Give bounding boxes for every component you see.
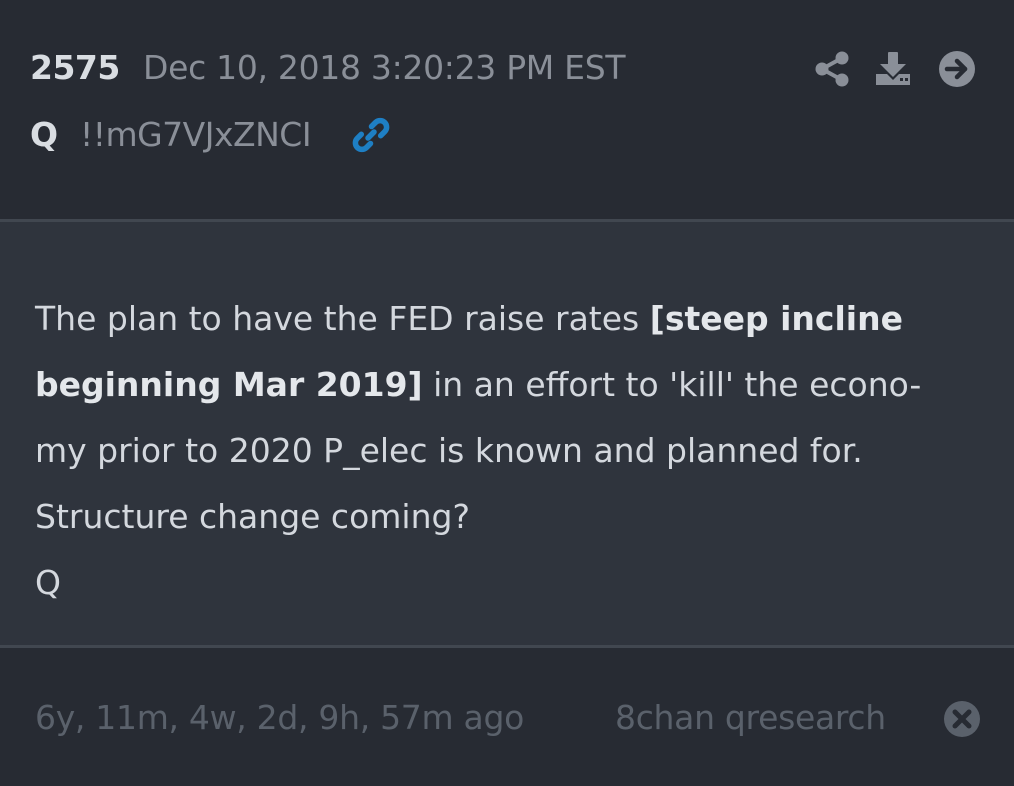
close-circle-icon[interactable] [943, 700, 981, 738]
post-message: The plan to have the FED raise rates [st… [35, 286, 995, 616]
message-line: my prior to 2020 P_elec is known and pla… [35, 431, 863, 470]
link-icon[interactable] [350, 114, 392, 156]
post-date: Dec 10, 2018 3:20:23 PM EST [143, 48, 626, 87]
tripcode: !!mG7VJxZNCI [80, 115, 312, 154]
source-label: 8chan qresearch [615, 698, 886, 737]
message-signature: Q [35, 563, 61, 602]
author-name: Q [30, 115, 59, 154]
message-line: The plan to have the FED raise rates [st… [35, 299, 903, 338]
arrow-right-circle-icon[interactable] [938, 50, 976, 88]
message-line: beginning Mar 2019] in an effort to 'kil… [35, 365, 922, 404]
share-icon[interactable] [813, 50, 851, 88]
post-number: 2575 [30, 48, 120, 87]
time-ago: 6y, 11m, 4w, 2d, 9h, 57m ago [35, 698, 524, 737]
post-header [0, 0, 1014, 220]
message-line: Structure change coming? [35, 497, 470, 536]
download-icon[interactable] [874, 50, 912, 88]
